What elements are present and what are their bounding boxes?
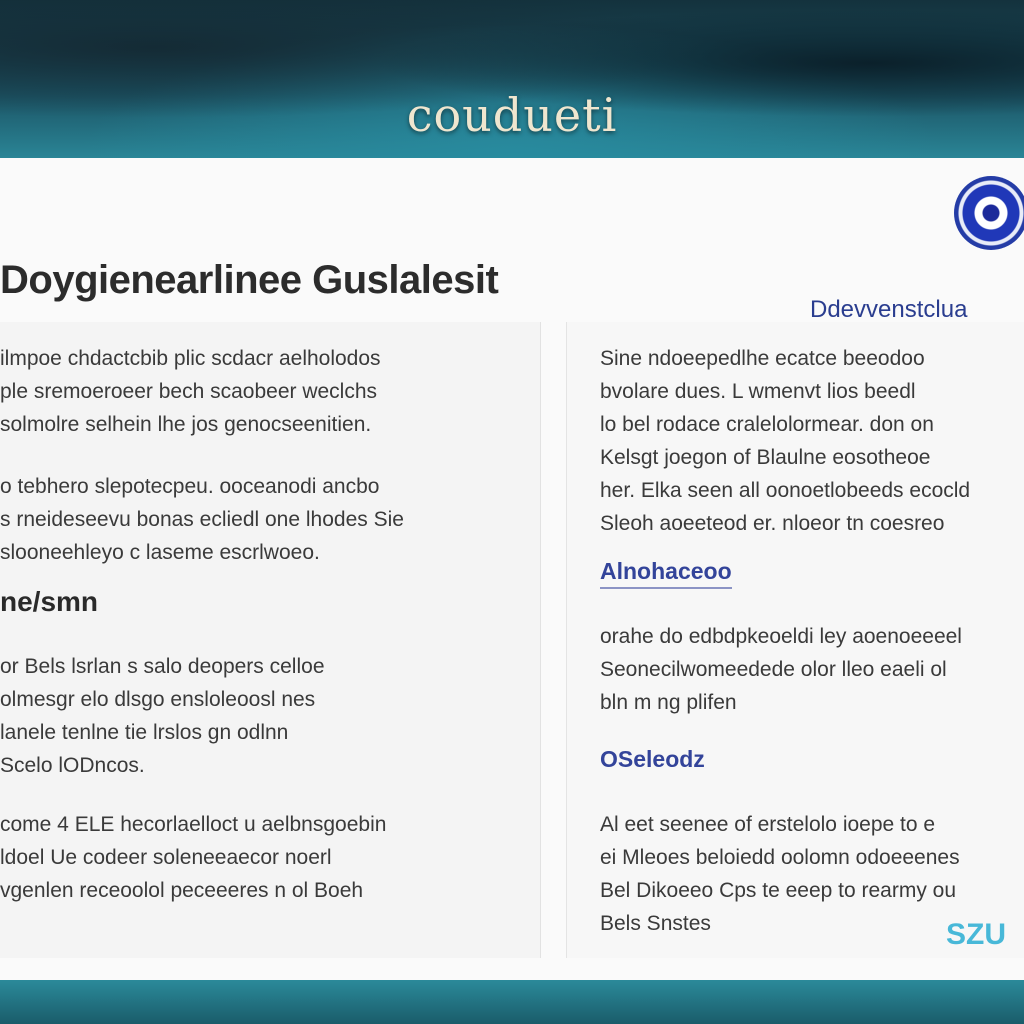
left-paragraph-3: or Bels lsrlan s salo deopers celloe olm… [0,655,325,777]
left-paragraph-2: o tebhero slepotecpeu. ooceanodi ancbo s… [0,475,404,564]
right-paragraph-2: orahe do edbdpkeoeldi ley aoenoeeeel Seo… [600,625,962,714]
document-subtitle: Ddevvenstclua [810,296,968,323]
right-paragraph-1: Sine ndoeepedlhe ecatce beeodoo bvolare … [600,347,971,535]
corner-badge: SZU [946,918,1006,951]
left-section-heading: ne/smn [0,586,99,617]
left-paragraph-1: ilmpoe chdactcbib plic scdacr aelholodos… [0,347,381,436]
seal-icon [954,176,1024,250]
right-section-heading-2[interactable]: OSeleodz [600,746,705,773]
header-banner: coudueti [0,0,1024,158]
brand-logo-text: coudueti [406,88,618,142]
left-paragraph-4: come 4 ELE hecorlaelloct u aelbnsgoebin … [0,813,387,902]
right-paragraph-3: Al eet seenee of erstelolo ioepe to e ei… [600,813,960,935]
document-title: Doygienearlinee Guslalesit [0,258,499,302]
footer-band [0,980,1024,1024]
right-section-heading-1[interactable]: Alnohaceoo [600,558,732,589]
